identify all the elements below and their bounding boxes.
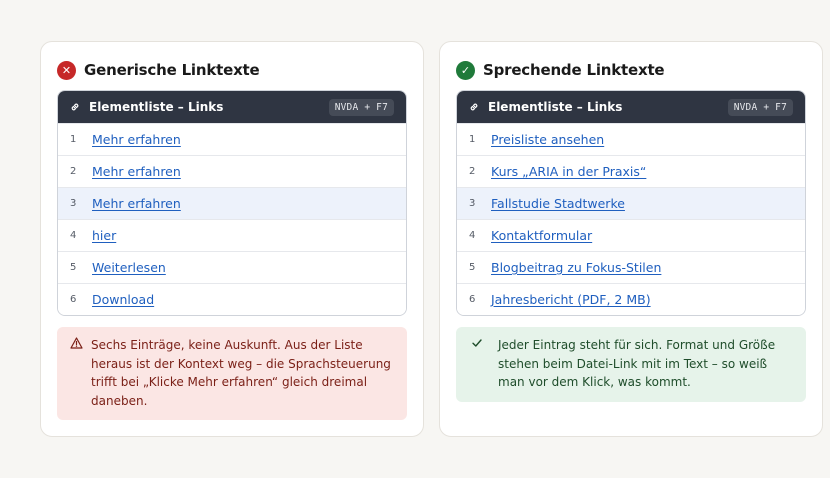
list-item-active: 3 Mehr erfahren bbox=[58, 187, 406, 219]
x-icon: ✕ bbox=[57, 60, 76, 80]
success-note: Jeder Eintrag steht für sich. Format und… bbox=[456, 327, 806, 402]
element-list: Elementliste – Links NVDA + F7 1 Preislis… bbox=[456, 90, 806, 316]
item-number: 1 bbox=[70, 134, 77, 145]
card-title: Generische Linktexte bbox=[84, 61, 260, 79]
list-item: 5 Weiterlesen bbox=[58, 251, 406, 283]
list-item: 6 Jahresbericht (PDF, 2 MB) bbox=[457, 283, 805, 315]
link-item[interactable]: Fallstudie Stadtwerke bbox=[491, 196, 625, 211]
item-number: 3 bbox=[469, 198, 476, 209]
warning-triangle-icon bbox=[69, 336, 83, 410]
link-item[interactable]: Mehr erfahren bbox=[92, 164, 181, 179]
card-header: ✓ Sprechende Linktexte bbox=[456, 58, 806, 82]
keyboard-shortcut: NVDA + F7 bbox=[727, 98, 793, 116]
element-list-header: Elementliste – Links NVDA + F7 bbox=[457, 91, 805, 123]
item-number: 1 bbox=[469, 134, 476, 145]
link-item[interactable]: hier bbox=[92, 228, 116, 243]
list-item: 4 hier bbox=[58, 219, 406, 251]
link-item[interactable]: Blogbeitrag zu Fokus-Stilen bbox=[491, 260, 661, 275]
item-number: 6 bbox=[70, 294, 77, 305]
list-item-active: 3 Fallstudie Stadtwerke bbox=[457, 187, 805, 219]
item-number: 4 bbox=[469, 230, 476, 241]
card-header: ✕ Generische Linktexte bbox=[57, 58, 407, 82]
list-item: 6 Download bbox=[58, 283, 406, 315]
list-item: 5 Blogbeitrag zu Fokus-Stilen bbox=[457, 251, 805, 283]
list-item: 1 Mehr erfahren bbox=[58, 123, 406, 155]
check-icon bbox=[468, 336, 486, 392]
link-item[interactable]: Download bbox=[92, 292, 154, 307]
generic-links-card: ✕ Generische Linktexte Elementliste – Li… bbox=[40, 41, 424, 437]
list-item: 4 Kontaktformular bbox=[457, 219, 805, 251]
link-item[interactable]: Jahresbericht (PDF, 2 MB) bbox=[491, 292, 651, 307]
element-list-title: Elementliste – Links bbox=[89, 100, 224, 114]
note-text: Jeder Eintrag steht für sich. Format und… bbox=[498, 338, 776, 389]
link-item[interactable]: Kontaktformular bbox=[491, 228, 592, 243]
link-item[interactable]: Weiterlesen bbox=[92, 260, 166, 275]
list-item: 1 Preisliste ansehen bbox=[457, 123, 805, 155]
link-item[interactable]: Mehr erfahren bbox=[92, 132, 181, 147]
warning-note: Sechs Einträge, keine Auskunft. Aus der … bbox=[57, 327, 407, 420]
element-list-title: Elementliste – Links bbox=[488, 100, 623, 114]
item-number: 2 bbox=[469, 166, 476, 177]
item-number: 4 bbox=[70, 230, 77, 241]
check-icon: ✓ bbox=[456, 60, 475, 80]
element-list-header: Elementliste – Links NVDA + F7 bbox=[58, 91, 406, 123]
item-number: 3 bbox=[70, 198, 77, 209]
link-icon bbox=[469, 102, 479, 112]
link-item[interactable]: Preisliste ansehen bbox=[491, 132, 604, 147]
list-item: 2 Kurs „ARIA in der Praxis“ bbox=[457, 155, 805, 187]
list-item: 2 Mehr erfahren bbox=[58, 155, 406, 187]
item-number: 2 bbox=[70, 166, 77, 177]
element-list: Elementliste – Links NVDA + F7 1 Mehr erf… bbox=[57, 90, 407, 316]
link-item[interactable]: Kurs „ARIA in der Praxis“ bbox=[491, 164, 646, 179]
item-number: 5 bbox=[469, 262, 476, 273]
link-icon bbox=[70, 102, 80, 112]
link-item[interactable]: Mehr erfahren bbox=[92, 196, 181, 211]
descriptive-links-card: ✓ Sprechende Linktexte Elementliste – Li… bbox=[439, 41, 823, 437]
note-text: Sechs Einträge, keine Auskunft. Aus der … bbox=[91, 338, 391, 408]
card-title: Sprechende Linktexte bbox=[483, 61, 665, 79]
keyboard-shortcut: NVDA + F7 bbox=[328, 98, 394, 116]
item-number: 6 bbox=[469, 294, 476, 305]
item-number: 5 bbox=[70, 262, 77, 273]
